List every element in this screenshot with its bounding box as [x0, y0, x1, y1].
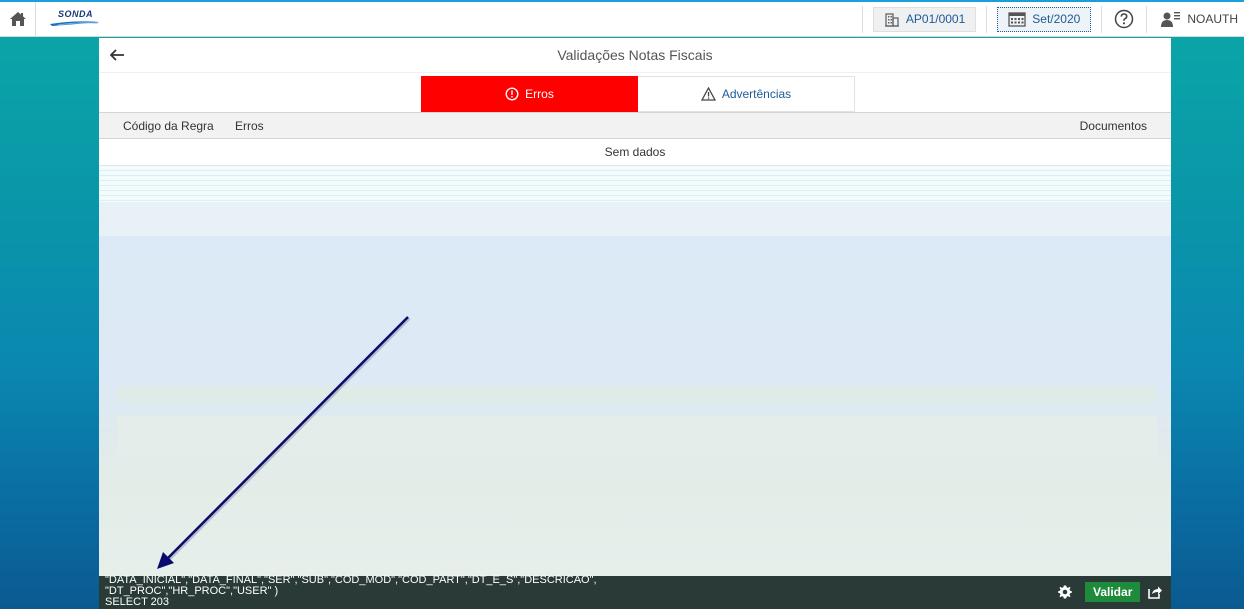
tab-advertencias[interactable]: Advertências: [638, 76, 855, 112]
user-icon: [1161, 12, 1181, 27]
home-icon: [9, 12, 26, 26]
sql-line: "DT_PROC","HR_PROC","USER" ): [105, 585, 279, 597]
calendar-icon: [1008, 12, 1026, 27]
help-button[interactable]: [1106, 2, 1142, 37]
company-label: AP01/0001: [905, 12, 966, 26]
user-name: NOAUTH: [1187, 12, 1238, 26]
column-header-documentos[interactable]: Documentos: [1080, 119, 1147, 133]
separator: [1101, 5, 1103, 33]
tab-advertencias-label: Advertências: [721, 87, 792, 101]
period-label: Set/2020: [1032, 12, 1081, 26]
home-button[interactable]: [0, 1, 36, 37]
back-button[interactable]: [107, 45, 127, 65]
background-band: [117, 386, 1157, 402]
page-title: Validações Notas Fiscais: [557, 47, 713, 63]
separator: [1146, 5, 1148, 33]
company-selector-button[interactable]: AP01/0001: [872, 6, 977, 32]
table-header: Código da Regra Erros Documentos: [99, 112, 1171, 139]
empty-table-message: Sem dados: [99, 139, 1171, 166]
title-row: Validações Notas Fiscais: [99, 38, 1171, 72]
validar-button[interactable]: Validar: [1085, 582, 1141, 602]
help-icon: [1115, 9, 1134, 29]
tab-erros-label: Erros: [525, 87, 554, 101]
separator: [861, 5, 863, 33]
top-bar: SONDA AP01/0001 Set/2020 NOAUTH: [0, 0, 1244, 37]
validation-panel: Validações Notas Fiscais Erros Advertênc…: [99, 38, 1171, 576]
separator: [986, 5, 988, 33]
column-header-erros[interactable]: Erros: [235, 119, 264, 133]
panel-body: [99, 236, 1171, 576]
column-header-codigo-regra[interactable]: Código da Regra: [123, 119, 214, 133]
arrow-left-icon: [109, 49, 124, 61]
logo-text: SONDA: [58, 9, 94, 19]
sql-line: SELECT 203: [105, 596, 170, 608]
error-circle-icon: [505, 87, 519, 101]
sql-debug-text: "DATA_INICIAL","DATA_FINAL","SER","SUB",…: [105, 575, 805, 608]
share-icon[interactable]: [1147, 584, 1163, 600]
logo-swoosh-icon: [50, 21, 100, 26]
building-icon: [884, 13, 899, 27]
sonda-logo: SONDA: [48, 9, 106, 29]
background-band: [117, 416, 1157, 456]
bottom-action-bar: "DATA_INICIAL","DATA_FINAL","SER","SUB",…: [99, 575, 1171, 609]
striped-separator: [99, 166, 1171, 202]
tab-erros[interactable]: Erros: [421, 76, 638, 112]
gear-icon[interactable]: [1057, 584, 1073, 600]
period-selector-button[interactable]: Set/2020: [997, 6, 1092, 32]
user-menu[interactable]: NOAUTH: [1151, 11, 1244, 27]
tabs-row: Erros Advertências: [99, 72, 1171, 112]
warning-triangle-icon: [700, 87, 716, 101]
